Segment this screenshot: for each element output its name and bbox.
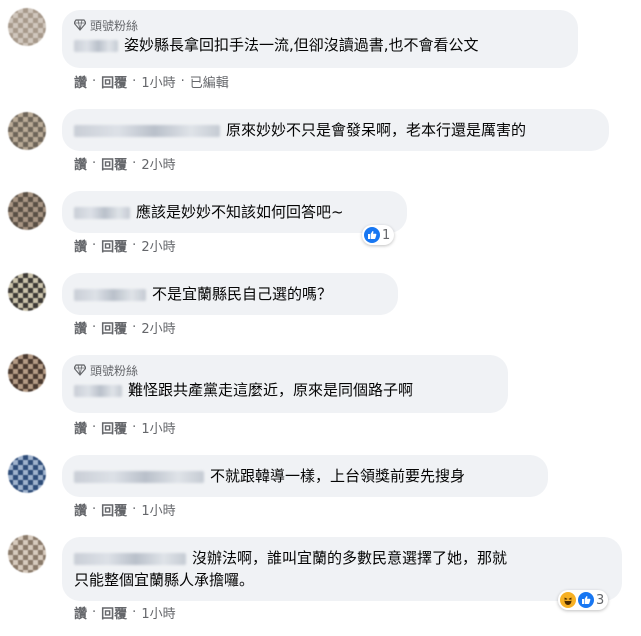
timestamp[interactable]: 2小時 — [141, 154, 175, 173]
comment-text: 不是宜蘭縣民自己選的嗎？ — [152, 285, 333, 303]
avatar[interactable] — [8, 535, 46, 573]
reaction-count: 1 — [382, 227, 391, 243]
avatar[interactable] — [8, 273, 46, 311]
reply-button[interactable]: 回覆 — [101, 154, 127, 173]
avatar[interactable] — [8, 8, 46, 46]
avatar[interactable] — [8, 455, 46, 493]
timestamp[interactable]: 1小時 — [141, 418, 175, 437]
comment-actions: 讚 · 回覆 · 1小時 — [74, 500, 176, 519]
timestamp[interactable]: 2小時 — [141, 236, 175, 255]
comment-bubble: 頭號粉絲 難怪跟共產黨走這麼近，原來是同個路子啊 — [62, 355, 508, 413]
comment-bubble: 頭號粉絲 姿妙縣長拿回扣手法一流,但卻沒讀過書,也不會看公文 — [62, 10, 578, 68]
reply-button[interactable]: 回覆 — [101, 236, 127, 255]
like-button[interactable]: 讚 — [74, 154, 87, 173]
separator: · — [92, 501, 97, 517]
separator: · — [92, 419, 97, 435]
diamond-icon — [74, 364, 86, 376]
commenter-name[interactable] — [74, 470, 204, 483]
comment-actions: 讚 · 回覆 · 2小時 — [74, 318, 176, 337]
top-fan-badge: 頭號粉絲 — [74, 361, 496, 379]
comment-bubble: 原來妙妙不只是會發呆啊，老本行還是厲害的 — [62, 109, 609, 151]
badge-label: 頭號粉絲 — [90, 18, 139, 33]
comment-actions: 讚 · 回覆 · 1小時 — [74, 418, 176, 437]
commenter-name[interactable] — [74, 552, 186, 565]
separator: · — [132, 237, 137, 253]
like-button[interactable]: 讚 — [74, 236, 87, 255]
like-button[interactable]: 讚 — [74, 603, 87, 622]
separator: · — [180, 73, 185, 89]
comment-bubble: 沒辦法啊，誰叫宜蘭的多數民意選擇了她，那就 只能整個宜蘭縣人承擔囉。 — [62, 537, 622, 601]
separator: · — [132, 501, 137, 517]
comment-text: 應該是妙妙不知該如何回答吧~ — [136, 203, 344, 221]
like-button[interactable]: 讚 — [74, 500, 87, 519]
reply-button[interactable]: 回覆 — [101, 418, 127, 437]
avatar[interactable] — [8, 192, 46, 230]
reply-button[interactable]: 回覆 — [101, 603, 127, 622]
like-icon — [364, 227, 380, 243]
like-button[interactable]: 讚 — [74, 418, 87, 437]
like-button[interactable]: 讚 — [74, 318, 87, 337]
timestamp[interactable]: 1小時 — [141, 72, 175, 91]
separator: · — [132, 155, 137, 171]
reaction-summary[interactable]: 1 — [362, 225, 395, 245]
comment-bubble: 應該是妙妙不知該如何回答吧~ — [62, 191, 407, 233]
separator: · — [92, 319, 97, 335]
separator: · — [92, 237, 97, 253]
reply-button[interactable]: 回覆 — [101, 72, 127, 91]
comment-text: 姿妙縣長拿回扣手法一流,但卻沒讀過書,也不會看公文 — [124, 36, 479, 54]
reply-button[interactable]: 回覆 — [101, 500, 127, 519]
separator: · — [132, 419, 137, 435]
like-button[interactable]: 讚 — [74, 72, 87, 91]
top-fan-badge: 頭號粉絲 — [74, 16, 566, 34]
comment-actions: 讚 · 回覆 · 1小時 — [74, 603, 176, 622]
comment-text: 難怪跟共產黨走這麼近，原來是同個路子啊 — [128, 381, 414, 399]
commenter-name[interactable] — [74, 206, 130, 219]
commenter-name[interactable] — [74, 384, 122, 397]
diamond-icon — [74, 19, 86, 31]
comment-actions: 讚 · 回覆 · 2小時 — [74, 154, 176, 173]
comment-actions: 讚 · 回覆 · 1小時 · 已編輯 — [74, 72, 229, 91]
avatar[interactable] — [8, 112, 46, 150]
timestamp[interactable]: 1小時 — [141, 500, 175, 519]
timestamp[interactable]: 1小時 — [141, 603, 175, 622]
separator: · — [132, 604, 137, 620]
commenter-name[interactable] — [74, 39, 118, 52]
comment-text: 原來妙妙不只是會發呆啊，老本行還是厲害的 — [226, 121, 527, 139]
reaction-summary[interactable]: 3 — [558, 590, 609, 610]
comment-text: 不就跟韓導一樣，上台領獎前要先搜身 — [210, 467, 466, 485]
badge-label: 頭號粉絲 — [90, 363, 139, 378]
commenter-name[interactable] — [74, 124, 220, 137]
separator: · — [132, 73, 137, 89]
separator: · — [92, 604, 97, 620]
separator: · — [92, 73, 97, 89]
like-icon — [578, 592, 594, 608]
comment-text-line2: 只能整個宜蘭縣人承擔囉。 — [74, 571, 255, 589]
haha-icon — [560, 592, 576, 608]
reaction-count: 3 — [596, 592, 605, 608]
reply-button[interactable]: 回覆 — [101, 318, 127, 337]
avatar[interactable] — [8, 354, 46, 392]
timestamp[interactable]: 2小時 — [141, 318, 175, 337]
separator: · — [132, 319, 137, 335]
comment-actions: 讚 · 回覆 · 2小時 — [74, 236, 176, 255]
comment-bubble: 不是宜蘭縣民自己選的嗎？ — [62, 273, 398, 315]
comment-bubble: 不就跟韓導一樣，上台領獎前要先搜身 — [62, 455, 548, 497]
edited-label[interactable]: 已編輯 — [190, 72, 229, 91]
comment-text-line1: 沒辦法啊，誰叫宜蘭的多數民意選擇了她，那就 — [192, 549, 508, 567]
separator: · — [92, 155, 97, 171]
commenter-name[interactable] — [74, 288, 146, 301]
